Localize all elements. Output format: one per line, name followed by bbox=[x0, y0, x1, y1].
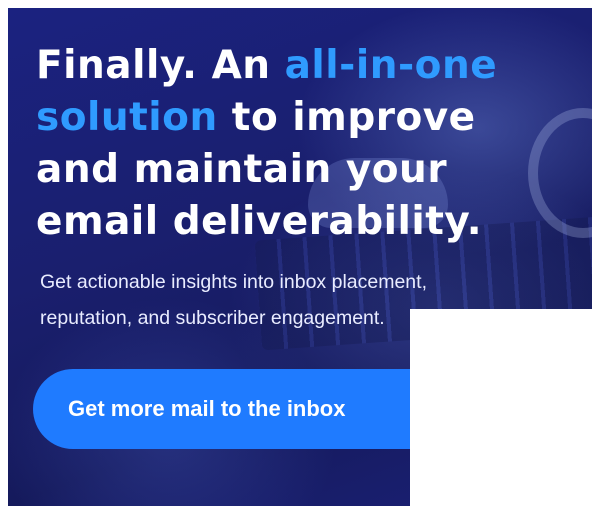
get-more-mail-cta-button[interactable]: Get more mail to the inbox bbox=[33, 369, 453, 449]
ad-headline: Finally. An all-in-one solution to impro… bbox=[36, 40, 497, 248]
headline-line-4: email deliverability. bbox=[36, 199, 483, 244]
headline-highlight: all-in-one bbox=[284, 43, 498, 88]
subtext-line-2: reputation, and subscriber engagement. bbox=[40, 307, 385, 329]
headline-text: to improve bbox=[217, 95, 476, 140]
headline-highlight: solution bbox=[36, 95, 218, 140]
headline-line-3: and maintain your bbox=[36, 147, 448, 192]
background-coffee-mug-photo bbox=[528, 108, 592, 238]
subtext-line-1: Get actionable insights into inbox place… bbox=[40, 271, 427, 293]
headline-line-2: solution to improve bbox=[36, 92, 497, 144]
ad-subtext: Get actionable insights into inbox place… bbox=[40, 264, 427, 336]
blank-overlay-panel bbox=[410, 309, 602, 506]
headline-text: Finally. An bbox=[36, 43, 285, 88]
headline-line-1: Finally. An all-in-one bbox=[36, 40, 497, 92]
